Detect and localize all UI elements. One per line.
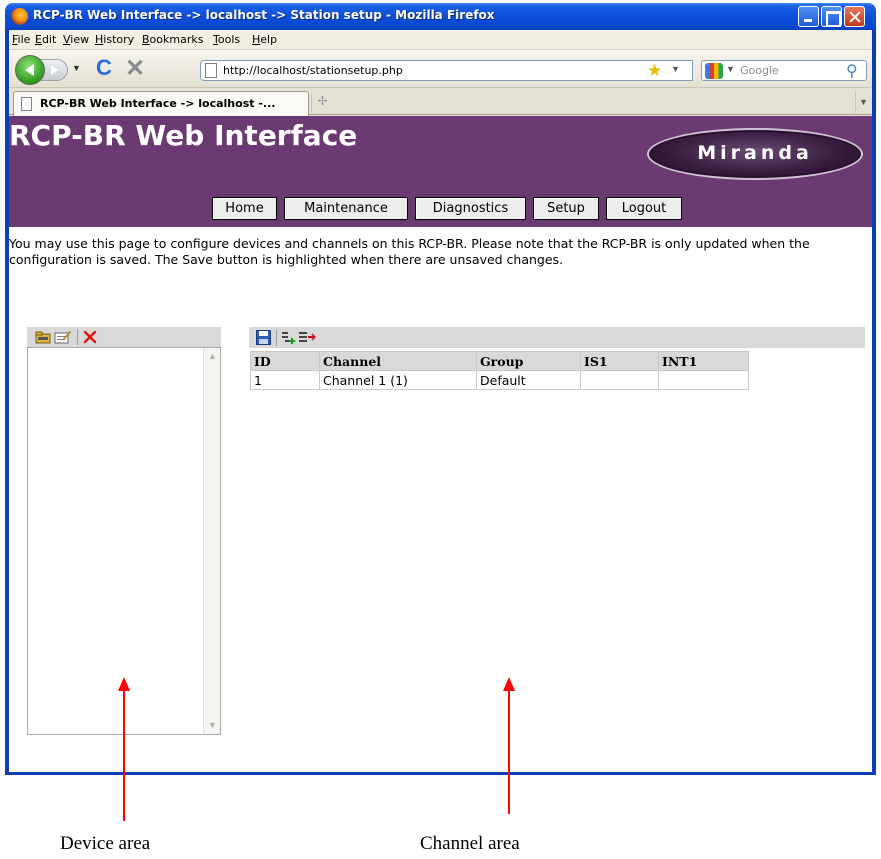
menu-bookmarks[interactable]: Bookmarks [142, 33, 203, 46]
toolbar-separator [77, 329, 78, 345]
reload-icon[interactable]: C [96, 55, 112, 81]
window-title: RCP-BR Web Interface -> localhost -> Sta… [33, 8, 495, 22]
tab-strip: RCP-BR Web Interface -> localhost -... ✢… [9, 88, 872, 116]
google-icon[interactable] [705, 63, 723, 79]
cell-is1[interactable] [580, 370, 659, 390]
menu-view[interactable]: View [63, 33, 89, 46]
stop-icon[interactable]: ✕ [125, 54, 145, 83]
nav-setup[interactable]: Setup [533, 197, 599, 220]
cell-group[interactable]: Default [476, 370, 581, 390]
menu-bar: File Edit View History Bookmarks Tools H… [9, 30, 872, 50]
intro-text: You may use this page to configure devic… [9, 236, 810, 267]
channel-area-caption: Channel area [420, 833, 520, 854]
back-icon[interactable] [15, 55, 45, 85]
add-device-icon[interactable] [35, 330, 51, 344]
menu-edit[interactable]: Edit [35, 33, 56, 46]
nav-maintenance[interactable]: Maintenance [284, 197, 408, 220]
scroll-up-icon[interactable]: ▲ [205, 349, 220, 364]
tab-label: RCP-BR Web Interface -> localhost -... [40, 97, 276, 110]
page-header: RCP-BR Web Interface Miranda Home Mainte… [9, 116, 872, 227]
url-dropdown-icon[interactable]: ▼ [671, 64, 680, 74]
nav-diagnostics[interactable]: Diagnostics [415, 197, 526, 220]
nav-logout[interactable]: Logout [606, 197, 682, 220]
browser-client: File Edit View History Bookmarks Tools H… [9, 30, 872, 772]
bookmark-star-icon[interactable]: ★ [647, 61, 662, 81]
col-group[interactable]: Group [476, 351, 581, 371]
nav-home[interactable]: Home [212, 197, 277, 220]
tab-list-dropdown-icon[interactable]: ▼ [855, 91, 871, 113]
device-area-arrowhead [118, 677, 130, 691]
device-area-arrow [123, 690, 125, 821]
minimize-button[interactable] [798, 6, 819, 27]
table-row[interactable]: 1 Channel 1 (1) Default [250, 370, 749, 390]
url-text[interactable]: http://localhost/stationsetup.php [223, 64, 403, 77]
new-tab-icon[interactable]: ✢ [311, 94, 333, 112]
page-icon [205, 63, 217, 78]
device-list-scrollbar[interactable]: ▲ ▼ [203, 348, 220, 734]
browser-window: RCP-BR Web Interface -> localhost -> Sta… [5, 3, 876, 775]
menu-tools[interactable]: Tools [213, 33, 240, 46]
channel-toolbar [249, 327, 865, 348]
delete-device-icon[interactable] [83, 330, 97, 344]
tab-station-setup[interactable]: RCP-BR Web Interface -> localhost -... [13, 91, 309, 116]
url-bar[interactable]: http://localhost/stationsetup.php ★ ▼ [200, 60, 693, 81]
device-area-caption: Device area [60, 833, 151, 854]
cell-channel[interactable]: Channel 1 (1) [319, 370, 477, 390]
cell-int1[interactable] [658, 370, 749, 390]
remove-channel-icon[interactable] [298, 330, 316, 345]
firefox-icon [11, 8, 28, 25]
title-bar[interactable]: RCP-BR Web Interface -> localhost -> Sta… [5, 3, 876, 30]
menu-history[interactable]: History [95, 33, 134, 46]
col-channel[interactable]: Channel [319, 351, 477, 371]
cell-id[interactable]: 1 [250, 370, 320, 390]
channel-area-arrowhead [503, 677, 515, 691]
edit-device-icon[interactable] [54, 330, 71, 344]
scroll-down-icon[interactable]: ▼ [205, 718, 220, 733]
search-engine-dropdown-icon[interactable]: ▼ [726, 64, 735, 74]
toolbar-separator [276, 330, 277, 346]
device-toolbar [27, 327, 221, 347]
channel-area-arrow [508, 690, 510, 814]
col-is1[interactable]: IS1 [580, 351, 659, 371]
page-content: RCP-BR Web Interface Miranda Home Mainte… [9, 116, 872, 772]
maximize-button[interactable] [821, 6, 842, 27]
col-int1[interactable]: INT1 [658, 351, 749, 371]
page-icon [21, 97, 32, 111]
add-channel-icon[interactable] [281, 330, 297, 345]
history-dropdown-icon[interactable]: ▼ [72, 63, 86, 77]
navigation-toolbar: ▼ C ✕ http://localhost/stationsetup.php … [9, 50, 872, 88]
menu-help[interactable]: Help [252, 33, 277, 46]
menu-file[interactable]: File [12, 33, 30, 46]
save-icon[interactable] [256, 330, 271, 345]
search-input[interactable]: Google [740, 64, 779, 77]
search-bar[interactable]: ▼ Google ⚲ [701, 60, 867, 81]
table-header-row: ID Channel Group IS1 INT1 [250, 351, 749, 371]
app-title: RCP-BR Web Interface [9, 119, 358, 152]
search-icon[interactable]: ⚲ [846, 61, 858, 81]
channel-table: ID Channel Group IS1 INT1 1 Channel 1 (1… [250, 351, 749, 390]
miranda-logo: Miranda [647, 128, 863, 180]
col-id[interactable]: ID [250, 351, 320, 371]
close-button[interactable] [844, 6, 865, 27]
